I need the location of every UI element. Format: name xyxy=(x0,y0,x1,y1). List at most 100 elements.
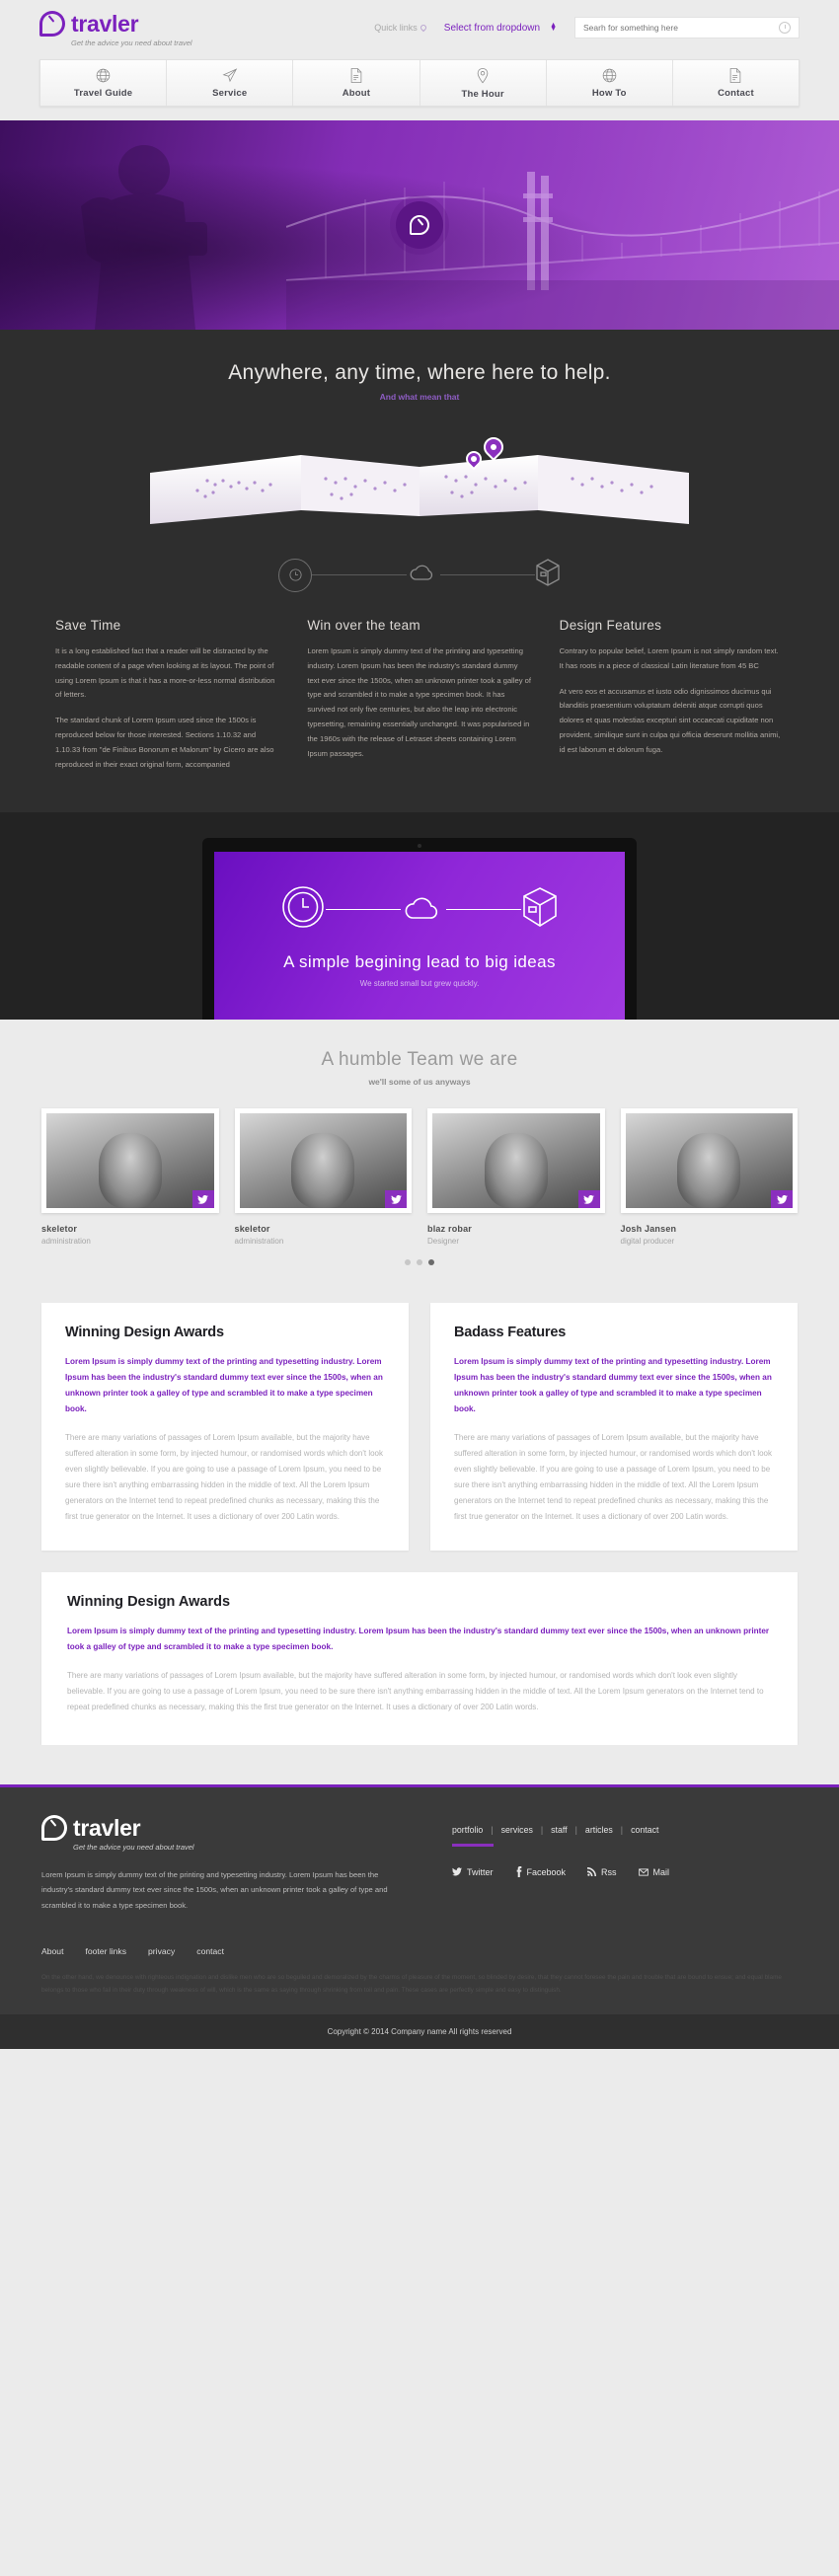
twitter-icon xyxy=(452,1867,462,1876)
member-name: skeletor xyxy=(41,1224,78,1235)
feature-column-save-time: Save Time It is a long established fact … xyxy=(55,618,279,783)
twitter-icon[interactable] xyxy=(771,1190,793,1209)
team-heading: A humble Team we are xyxy=(321,1049,518,1071)
nav-item-about[interactable]: About xyxy=(293,60,420,106)
divider-line xyxy=(312,574,407,575)
footer-logo-tagline: Get the advice you need about travel xyxy=(73,1843,194,1853)
feature-paragraph: It is a long established fact that a rea… xyxy=(55,646,275,700)
clock-icon xyxy=(278,558,312,592)
dropdown-value: Select from dropdown xyxy=(443,22,541,34)
carousel-dot[interactable] xyxy=(405,1259,411,1266)
social-facebook[interactable]: Facebook xyxy=(515,1866,566,1878)
nav-item-contact[interactable]: Contact xyxy=(673,60,799,106)
carousel-dots xyxy=(0,1259,839,1266)
search-box[interactable] xyxy=(574,17,800,38)
dropdown-select[interactable]: Select from dropdown ▲ ▼ xyxy=(443,22,557,34)
team-member-card[interactable]: skeletor administration xyxy=(41,1108,219,1246)
twitter-icon[interactable] xyxy=(191,1190,214,1209)
link-separator: | xyxy=(491,1825,494,1836)
hero-logo-badge[interactable] xyxy=(396,201,443,249)
logo-tagline: Get the advice you need about travel xyxy=(71,38,192,47)
twitter-icon[interactable] xyxy=(577,1190,600,1209)
page-root: travler Get the advice you need about tr… xyxy=(0,0,839,2050)
card-lead: Lorem Ipsum is simply dummy text of the … xyxy=(65,1357,383,1414)
member-name: blaz robar xyxy=(427,1224,473,1235)
content-card-winning-design-awards: Winning Design Awards Lorem Ipsum is sim… xyxy=(41,1303,409,1552)
member-photo-frame xyxy=(427,1108,605,1214)
card-title: Winning Design Awards xyxy=(65,1325,224,1341)
feature-title: Design Features xyxy=(559,618,662,633)
footer-social-row: Twitter Facebook Rss Mail xyxy=(452,1866,669,1878)
member-name: Josh Jansen xyxy=(620,1224,677,1235)
card-lead: Lorem Ipsum is simply dummy text of the … xyxy=(454,1357,772,1414)
footer-link-services[interactable]: services xyxy=(501,1825,533,1835)
globe-icon xyxy=(601,67,618,84)
footer-secondary-nav: About footer links privacy contact xyxy=(41,1946,798,1956)
member-photo xyxy=(625,1113,793,1209)
social-mail[interactable]: Mail xyxy=(638,1867,669,1877)
pin-icon xyxy=(419,23,428,33)
feature-title: Win over the team xyxy=(307,618,420,633)
footer-links-block: portfolio | services | staff | articles … xyxy=(452,1813,669,1913)
feature-columns: Save Time It is a long established fact … xyxy=(0,618,839,783)
nav-item-the-hour[interactable]: The Hour xyxy=(420,60,547,106)
footer-legal-text: On the other hand, we denounce with righ… xyxy=(41,1973,782,1994)
divider-line xyxy=(440,574,535,575)
team-subheading: we'll some of us anyways xyxy=(368,1077,471,1088)
feature-title: Save Time xyxy=(55,618,121,633)
feature-column-win-over-the-team: Win over the team Lorem Ipsum is simply … xyxy=(307,618,531,783)
footer-nav-footer-links[interactable]: footer links xyxy=(85,1946,126,1956)
card-body: There are many variations of passages of… xyxy=(454,1433,772,1522)
content-card-badass-features: Badass Features Lorem Ipsum is simply du… xyxy=(430,1303,798,1552)
showcase-heading: A simple begining lead to big ideas xyxy=(283,951,556,971)
divider-line xyxy=(326,908,401,910)
quick-links[interactable]: Quick links xyxy=(374,23,428,33)
footer-link-articles[interactable]: articles xyxy=(585,1825,613,1835)
feature-paragraph: Contrary to popular belief, Lorem Ipsum … xyxy=(559,646,779,670)
carousel-dot-active[interactable] xyxy=(428,1259,434,1266)
box-icon xyxy=(521,885,559,934)
link-separator: | xyxy=(620,1825,624,1836)
team-member-card[interactable]: blaz robar Designer xyxy=(427,1108,605,1246)
monitor-frame: A simple begining lead to big ideas We s… xyxy=(202,838,637,1021)
footer-link-staff[interactable]: staff xyxy=(551,1825,567,1835)
member-photo-frame xyxy=(234,1108,412,1214)
nav-item-how-to[interactable]: How To xyxy=(547,60,673,106)
footer-nav-contact[interactable]: contact xyxy=(196,1946,224,1956)
link-separator: | xyxy=(574,1825,577,1836)
member-role: administration xyxy=(234,1237,284,1247)
footer-link-portfolio[interactable]: portfolio xyxy=(452,1825,483,1835)
team-member-card[interactable]: skeletor administration xyxy=(234,1108,412,1247)
site-logo[interactable]: travler Get the advice you need about tr… xyxy=(39,9,192,47)
copyright-bar: Copyright © 2014 Company name All rights… xyxy=(0,2014,839,2050)
logo-text: travler xyxy=(71,10,139,37)
traveler-illustration xyxy=(81,145,207,330)
showcase-icon-row xyxy=(280,884,559,935)
footer-nav-privacy[interactable]: privacy xyxy=(148,1946,175,1956)
travler-logo-icon xyxy=(410,215,429,235)
team-member-card[interactable]: Josh Jansen digital producer xyxy=(620,1108,798,1247)
member-role: administration xyxy=(41,1237,91,1247)
footer-nav-about[interactable]: About xyxy=(41,1946,63,1956)
footer-logo-text: travler xyxy=(73,1815,141,1842)
footer-link-contact[interactable]: contact xyxy=(631,1825,658,1835)
feature-paragraph: The standard chunk of Lorem Ipsum used s… xyxy=(55,716,274,769)
carousel-dot[interactable] xyxy=(417,1259,422,1266)
footer-brand-block: travler Get the advice you need about tr… xyxy=(41,1813,407,1913)
member-role: digital producer xyxy=(620,1237,675,1247)
clock-search-icon[interactable] xyxy=(779,22,791,34)
document-icon xyxy=(728,67,742,84)
social-rss[interactable]: Rss xyxy=(587,1867,617,1877)
nav-item-travel-guide[interactable]: Travel Guide xyxy=(40,60,168,106)
intro-section: Anywhere, any time, where here to help. … xyxy=(0,330,839,813)
footer-logo[interactable]: travler Get the advice you need about tr… xyxy=(41,1813,407,1852)
feature-paragraph: Lorem Ipsum is simply dummy text of the … xyxy=(307,646,532,758)
nav-item-service[interactable]: Service xyxy=(167,60,294,106)
social-twitter[interactable]: Twitter xyxy=(452,1867,494,1877)
member-photo xyxy=(432,1113,600,1209)
footer-top: travler Get the advice you need about tr… xyxy=(41,1813,798,1913)
twitter-icon[interactable] xyxy=(385,1190,407,1209)
member-photo-frame xyxy=(41,1108,219,1214)
card-body: There are many variations of passages of… xyxy=(67,1671,764,1712)
search-input[interactable] xyxy=(583,23,779,33)
